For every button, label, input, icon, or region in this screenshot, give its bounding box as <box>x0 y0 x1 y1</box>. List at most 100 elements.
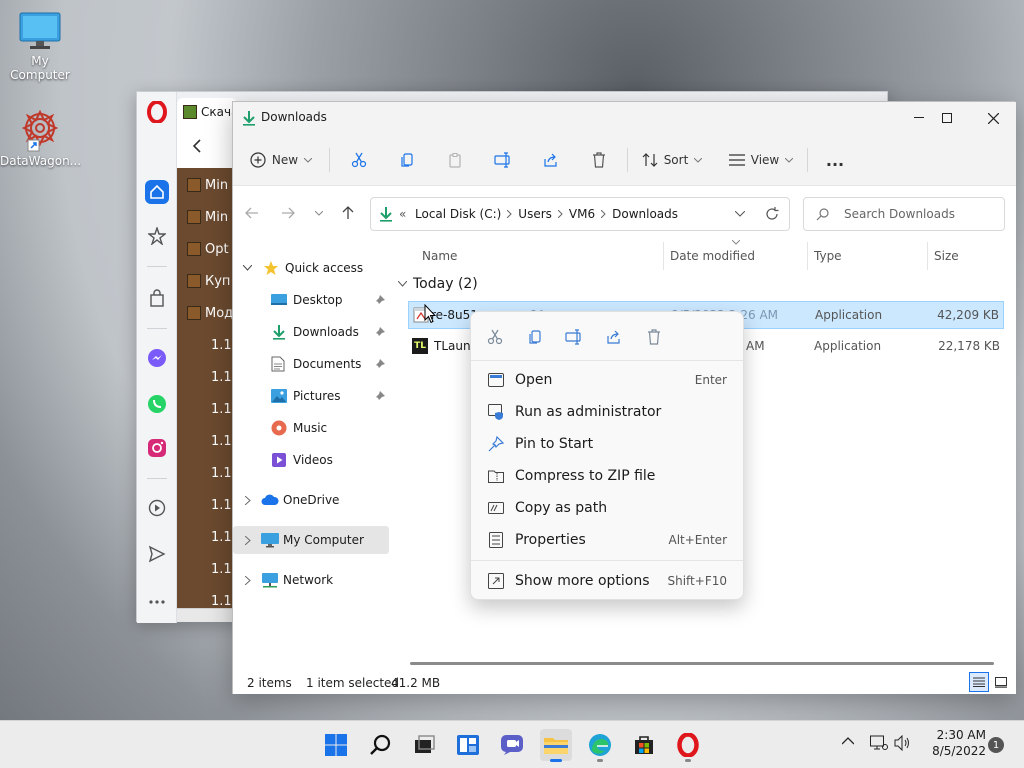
rename-button[interactable] <box>485 134 521 186</box>
breadcrumb-users[interactable]: Users <box>518 207 552 221</box>
copy-button[interactable] <box>389 134 425 186</box>
breadcrumb-overflow[interactable]: « <box>399 207 406 221</box>
horizontal-scrollbar[interactable] <box>410 662 994 665</box>
column-separator[interactable] <box>807 242 808 270</box>
player-icon[interactable] <box>145 496 169 520</box>
nav-item-desktop[interactable]: Desktop <box>233 286 389 314</box>
context-item-show-more-options[interactable]: Show more options Shift+F10 <box>475 565 739 597</box>
column-header-type[interactable]: Type <box>814 242 842 270</box>
tiles-view-toggle[interactable] <box>991 672 1011 692</box>
cut-button[interactable] <box>341 134 377 186</box>
context-item-pin-to-start[interactable]: Pin to Start <box>475 428 739 460</box>
nav-my-computer[interactable]: My Computer <box>233 526 389 554</box>
desktop-icon-my-computer[interactable]: My Computer <box>0 10 80 82</box>
forward-arrow-icon[interactable] <box>281 206 295 220</box>
title-bar[interactable]: Downloads <box>233 102 1016 134</box>
opera-list-item[interactable]: 1.14 <box>177 394 233 424</box>
opera-logo-icon[interactable] <box>145 100 169 124</box>
chevron-right-icon[interactable] <box>245 495 255 505</box>
opera-list-item[interactable]: Мод <box>177 298 233 328</box>
context-item-open[interactable]: Open Enter <box>475 364 739 396</box>
nav-quick-access[interactable]: Quick access <box>233 254 389 282</box>
context-item-compress-zip[interactable]: Compress to ZIP file <box>475 460 739 492</box>
notification-badge[interactable]: 1 <box>988 737 1004 753</box>
opera-list-item[interactable]: Min <box>177 170 233 200</box>
opera-list-item[interactable]: 1.10 <box>177 586 233 609</box>
opera-list-item[interactable]: 1.11 <box>177 522 233 552</box>
recent-locations-chevron-icon[interactable] <box>315 211 323 216</box>
context-delete-button[interactable] <box>640 324 668 350</box>
opera-taskbar-button[interactable] <box>672 729 704 762</box>
widgets-button[interactable] <box>452 729 484 761</box>
context-rename-button[interactable] <box>560 324 588 350</box>
back-arrow-icon[interactable] <box>245 206 259 220</box>
chat-button[interactable] <box>496 729 528 761</box>
sort-button[interactable]: Sort <box>637 134 707 186</box>
clock[interactable]: 2:30 AM 8/5/2022 <box>920 727 986 759</box>
search-button[interactable] <box>364 729 396 761</box>
view-button[interactable]: View <box>725 134 797 186</box>
delete-button[interactable] <box>581 134 617 186</box>
opera-tab[interactable]: Скача <box>177 98 237 126</box>
breadcrumb-local-disk[interactable]: Local Disk (C:) <box>415 207 501 221</box>
messenger-icon[interactable] <box>145 346 169 370</box>
context-item-copy-as-path[interactable]: Copy as path <box>475 492 739 524</box>
file-explorer-taskbar-button[interactable] <box>540 729 572 762</box>
new-button[interactable]: New <box>247 134 315 186</box>
see-more-button[interactable]: ... <box>817 134 853 186</box>
maximize-button[interactable] <box>929 106 965 130</box>
context-cut-button[interactable] <box>481 324 509 350</box>
opera-list-item[interactable]: 1.13 <box>177 426 233 456</box>
opera-list-item[interactable]: 1.10 <box>177 330 233 360</box>
home-icon[interactable] <box>145 180 169 204</box>
whatsapp-icon[interactable] <box>145 392 169 416</box>
opera-list-item[interactable]: Opt <box>177 234 233 264</box>
network-status-icon[interactable] <box>870 735 888 751</box>
nav-item-music[interactable]: Music <box>233 414 389 442</box>
desktop-icon-datawagon[interactable]: DataWagon... <box>0 106 81 168</box>
column-header-size[interactable]: Size <box>934 242 959 270</box>
column-separator[interactable] <box>663 242 664 270</box>
refresh-icon[interactable] <box>765 207 779 221</box>
edge-taskbar-button[interactable] <box>584 729 616 762</box>
bookmarks-icon[interactable] <box>145 224 169 248</box>
opera-list-item[interactable]: 1.15 <box>177 362 233 392</box>
nav-item-videos[interactable]: Videos <box>233 446 389 474</box>
back-icon[interactable] <box>191 138 203 154</box>
nav-network[interactable]: Network <box>233 566 389 594</box>
nav-onedrive[interactable]: OneDrive <box>233 486 389 514</box>
breadcrumb-downloads[interactable]: Downloads <box>612 207 678 221</box>
store-taskbar-button[interactable] <box>628 729 660 761</box>
nav-item-pictures[interactable]: Pictures <box>233 382 389 410</box>
column-header-name[interactable]: Name <box>422 242 457 270</box>
context-copy-button[interactable] <box>521 324 549 350</box>
more-icon[interactable] <box>145 590 169 614</box>
context-item-run-as-administrator[interactable]: Run as administrator <box>475 396 739 428</box>
address-bar[interactable]: « Local Disk (C:) Users VM6 Downloads <box>370 197 790 231</box>
context-share-button[interactable] <box>600 324 628 350</box>
column-header-date-modified[interactable]: Date modified <box>670 242 755 270</box>
chevron-right-icon[interactable] <box>245 575 255 585</box>
shopping-bag-icon[interactable] <box>145 286 169 310</box>
opera-horizontal-scrollbar[interactable] <box>177 608 233 622</box>
opera-list-item[interactable]: Min <box>177 202 233 232</box>
paste-button[interactable] <box>437 134 473 186</box>
start-button[interactable] <box>320 729 352 761</box>
nav-item-downloads[interactable]: Downloads <box>233 318 389 346</box>
nav-item-documents[interactable]: Documents <box>233 350 389 378</box>
context-item-properties[interactable]: Properties Alt+Enter <box>475 524 739 556</box>
column-separator[interactable] <box>927 242 928 270</box>
address-dropdown-icon[interactable] <box>735 211 745 217</box>
chevron-right-icon[interactable] <box>245 535 255 545</box>
close-button[interactable] <box>975 106 1011 130</box>
opera-list-item[interactable]: Куп <box>177 266 233 296</box>
up-arrow-icon[interactable] <box>341 206 355 220</box>
opera-list-item[interactable]: 1.12 <box>177 458 233 488</box>
chevron-down-icon[interactable] <box>243 265 255 271</box>
details-view-toggle[interactable] <box>969 672 989 692</box>
task-view-button[interactable] <box>408 729 440 761</box>
instagram-icon[interactable] <box>145 436 169 460</box>
group-header-today[interactable]: Today (2) <box>398 276 478 292</box>
send-icon[interactable] <box>145 542 169 566</box>
opera-list-item[interactable]: 1.11 <box>177 490 233 520</box>
